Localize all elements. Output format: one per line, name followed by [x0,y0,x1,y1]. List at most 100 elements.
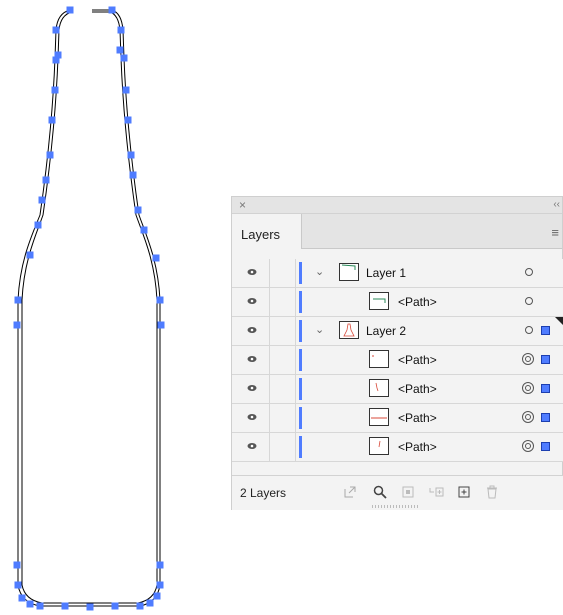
target-circle-icon[interactable] [525,326,533,334]
anchor-point[interactable] [156,296,164,304]
selection-indicator[interactable] [541,442,550,451]
layer-color-bar [299,291,302,313]
panel-menu-icon[interactable]: ≡ [551,226,559,239]
export-icon[interactable] [342,484,358,500]
anchor-point[interactable] [134,206,142,214]
anchor-point[interactable] [156,561,164,569]
selection-indicator[interactable] [541,384,550,393]
anchor-point[interactable] [117,26,125,34]
trash-icon[interactable] [484,484,500,500]
layer-count-label: 2 Layers [240,486,287,500]
anchor-point[interactable] [52,26,60,34]
target-filled-icon[interactable] [522,353,534,365]
path-thumbnail [369,437,389,455]
column-divider [295,433,296,461]
sublayer-row-path[interactable]: <Path> [232,375,563,404]
selection-indicator[interactable] [541,413,550,422]
tab-layers[interactable]: Layers [232,214,302,249]
visibility-eye-icon[interactable] [247,354,257,364]
sublayer-row-path[interactable]: <Path> [232,346,563,375]
anchor-point[interactable] [13,561,21,569]
anchor-point[interactable] [36,602,44,610]
anchor-point[interactable] [13,321,21,329]
layer-name[interactable]: Layer 2 [366,324,406,338]
visibility-eye-icon[interactable] [247,296,257,306]
search-icon[interactable] [372,484,388,500]
target-filled-icon[interactable] [522,440,534,452]
path-name[interactable]: <Path> [398,295,437,309]
anchor-point[interactable] [136,602,144,610]
layer-row-layer-2[interactable]: ⌄ Layer 2 [232,317,563,346]
anchor-point[interactable] [38,196,46,204]
anchor-point[interactable] [42,176,50,184]
anchor-points[interactable] [13,6,165,611]
bottle-outline[interactable] [17,9,161,607]
selected-art-corner [555,317,563,325]
anchor-point[interactable] [157,321,165,329]
close-icon[interactable]: × [239,198,246,212]
anchor-point[interactable] [146,599,154,607]
collapse-icon[interactable]: ‹‹ [553,199,560,211]
visibility-eye-icon[interactable] [247,412,257,422]
anchor-point[interactable] [152,254,160,262]
target-circle-icon[interactable] [525,268,533,276]
new-sublayer-icon[interactable] [428,484,444,500]
anchor-point[interactable] [66,6,74,14]
anchor-point[interactable] [18,594,26,602]
sublayer-row-path[interactable]: <Path> [232,404,563,433]
anchor-point[interactable] [61,602,69,610]
anchor-point[interactable] [127,151,135,159]
clipping-mask-icon[interactable] [400,484,416,500]
anchor-point[interactable] [140,226,148,234]
column-divider [295,375,296,403]
path-name[interactable]: <Path> [398,382,437,396]
layer-color-bar [299,349,302,371]
selection-indicator[interactable] [541,355,550,364]
column-divider [295,259,296,287]
visibility-eye-icon[interactable] [247,441,257,451]
anchor-point[interactable] [124,116,132,124]
anchor-point[interactable] [116,46,124,54]
anchor-point[interactable] [111,602,119,610]
anchor-point[interactable] [26,251,34,259]
target-filled-icon[interactable] [522,411,534,423]
anchor-point[interactable] [86,603,94,611]
chevron-down-icon[interactable]: ⌄ [315,265,324,278]
anchor-point[interactable] [52,56,60,64]
anchor-point[interactable] [51,86,59,94]
column-divider [269,375,270,403]
anchor-point[interactable] [120,54,128,62]
path-name[interactable]: <Path> [398,353,437,367]
anchor-point[interactable] [129,171,137,179]
target-filled-icon[interactable] [522,382,534,394]
anchor-point[interactable] [34,221,42,229]
panel-titlebar[interactable]: × ‹‹ [232,197,562,214]
layer-name[interactable]: Layer 1 [366,266,406,280]
visibility-eye-icon[interactable] [247,325,257,335]
anchor-point[interactable] [108,6,116,14]
resize-grip[interactable] [372,505,420,508]
anchor-point[interactable] [48,116,56,124]
anchor-point[interactable] [122,86,130,94]
sublayer-row-path[interactable]: <Path> [232,433,563,462]
visibility-eye-icon[interactable] [247,267,257,277]
column-divider [269,259,270,287]
layer-row-layer-1[interactable]: ⌄ Layer 1 [232,259,563,288]
anchor-point[interactable] [46,151,54,159]
anchor-point[interactable] [14,581,22,589]
path-name[interactable]: <Path> [398,440,437,454]
column-divider [269,317,270,345]
new-layer-icon[interactable] [456,484,472,500]
selection-indicator[interactable] [541,326,550,335]
visibility-eye-icon[interactable] [247,383,257,393]
anchor-point[interactable] [26,600,34,608]
chevron-down-icon[interactable]: ⌄ [315,323,324,336]
anchor-point[interactable] [153,592,161,600]
sublayer-row-path[interactable]: <Path> [232,288,563,317]
layer-color-bar [299,407,302,429]
column-divider [269,404,270,432]
anchor-point[interactable] [156,581,164,589]
target-circle-icon[interactable] [525,297,533,305]
anchor-point[interactable] [14,296,22,304]
path-name[interactable]: <Path> [398,411,437,425]
